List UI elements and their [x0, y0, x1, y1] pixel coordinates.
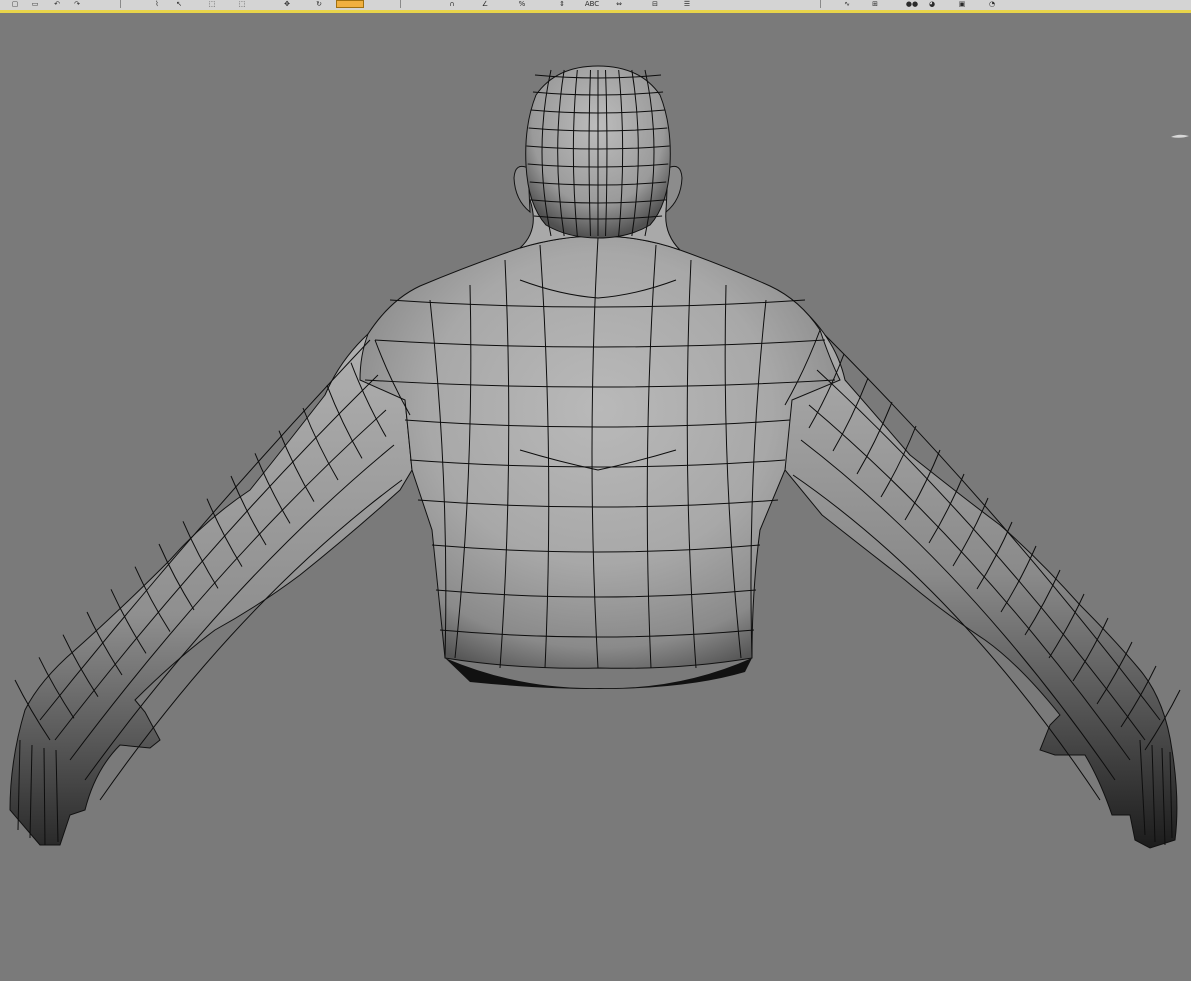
toolbar-separator — [400, 0, 401, 8]
right-arm[interactable] — [784, 298, 1178, 849]
perspective-viewport[interactable] — [0, 13, 1191, 981]
redo-icon[interactable]: ↷ — [70, 0, 84, 8]
angle-icon[interactable]: ∠ — [478, 0, 492, 8]
render-icon[interactable]: ◔ — [985, 0, 999, 8]
toolbar-separator — [120, 0, 121, 8]
main-toolbar: ▢▭↶↷⌇↖⬚⬚✥↻◳∩∠%⇕ABC⇔⊟☰∿⊞●●◕▣◔ — [0, 0, 1191, 13]
marquee-icon[interactable]: ⬚ — [205, 0, 219, 8]
link-icon[interactable]: ⌇ — [150, 0, 164, 8]
percent-icon[interactable]: % — [515, 0, 529, 8]
layers-icon[interactable]: ☰ — [680, 0, 694, 8]
magnet-icon[interactable]: ∩ — [445, 0, 459, 8]
material-icon[interactable]: ●● — [900, 0, 924, 8]
folder-icon[interactable]: ▭ — [28, 0, 42, 8]
teapot-icon[interactable]: ◕ — [925, 0, 939, 8]
mesh-model-back[interactable] — [0, 13, 1191, 981]
abc-icon[interactable]: ABC — [580, 0, 604, 8]
schematic-icon[interactable]: ⊞ — [868, 0, 882, 8]
document-icon[interactable]: ▢ — [8, 0, 22, 8]
curve-icon[interactable]: ∿ — [840, 0, 854, 8]
torso-back[interactable] — [359, 235, 841, 669]
mirror-icon[interactable]: ⇔ — [612, 0, 626, 8]
spinner-icon[interactable]: ⇕ — [555, 0, 569, 8]
toolbar-separator — [820, 0, 821, 8]
viewcube-icon[interactable] — [1169, 131, 1191, 141]
undo-icon[interactable]: ↶ — [50, 0, 64, 8]
frame-icon[interactable]: ▣ — [955, 0, 969, 8]
active-tool-button[interactable] — [336, 0, 364, 8]
align-icon[interactable]: ⊟ — [648, 0, 662, 8]
cursor-icon[interactable]: ↖ — [172, 0, 186, 8]
window-icon[interactable]: ⬚ — [235, 0, 249, 8]
move-icon[interactable]: ✥ — [280, 0, 294, 8]
left-arm[interactable] — [9, 333, 413, 846]
rotate-icon[interactable]: ↻ — [312, 0, 326, 8]
